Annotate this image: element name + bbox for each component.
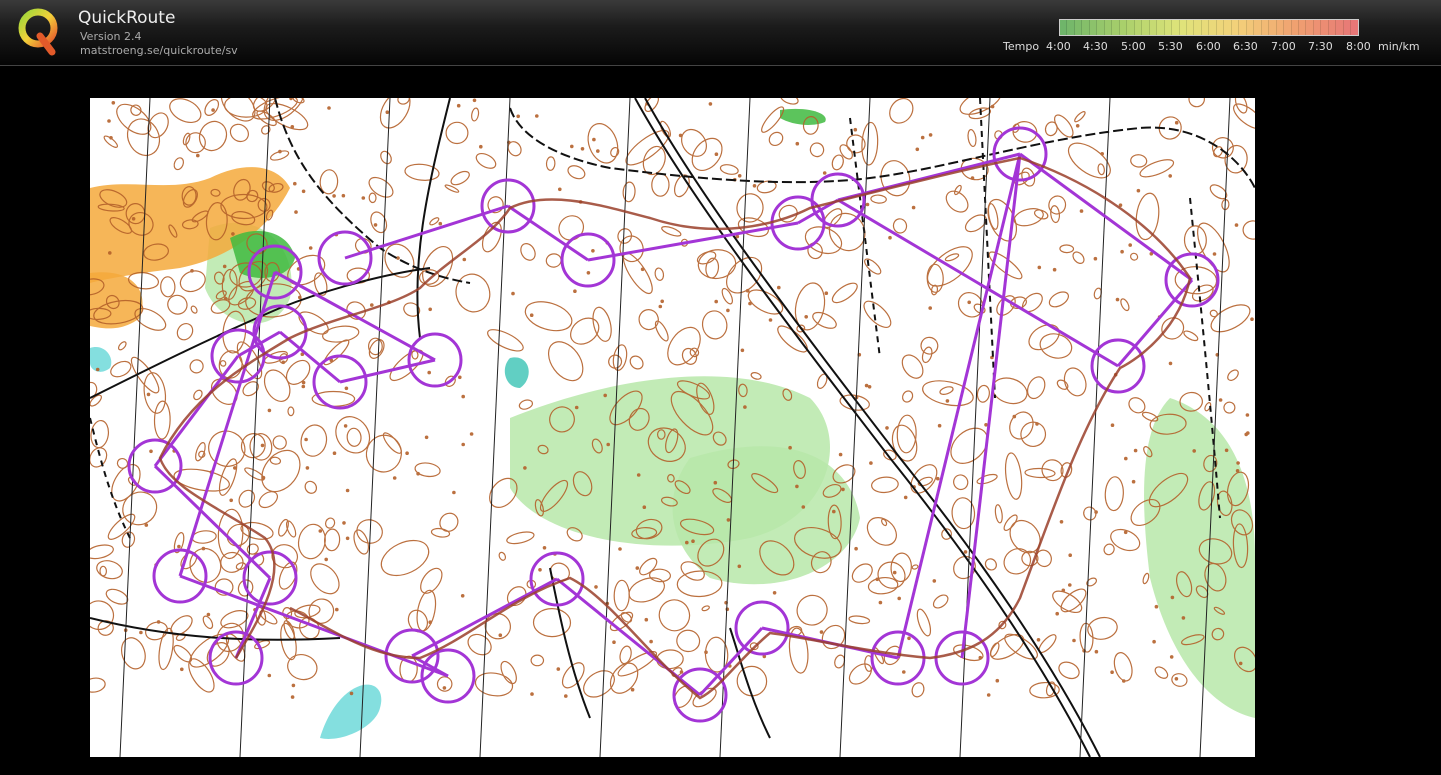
legend-segment [1194, 20, 1202, 35]
app-title: QuickRoute [78, 8, 176, 28]
legend-tick: 5:30 [1158, 40, 1183, 53]
app-url[interactable]: matstroeng.se/quickroute/sv [80, 44, 238, 57]
legend-tick: 4:30 [1083, 40, 1108, 53]
legend-segment [1343, 20, 1352, 35]
legend-segment [1134, 20, 1143, 35]
legend-segment [1291, 20, 1299, 35]
legend-segment [1119, 20, 1128, 35]
legend-tick: 6:00 [1196, 40, 1221, 53]
legend-segment [1157, 20, 1165, 35]
legend-segment [1239, 20, 1247, 35]
legend-segment [1313, 20, 1322, 35]
legend-segment [1224, 20, 1232, 35]
legend-segment [1112, 20, 1120, 35]
legend-segment [1246, 20, 1255, 35]
legend-segment [1336, 20, 1344, 35]
legend-segment [1351, 20, 1358, 35]
legend-segment [1089, 20, 1098, 35]
quickroute-logo [16, 6, 62, 56]
legend-segment [1172, 20, 1180, 35]
legend-segment [1097, 20, 1105, 35]
legend-tick: 7:00 [1271, 40, 1296, 53]
legend-segment [1074, 20, 1083, 35]
legend-segment [1186, 20, 1195, 35]
legend-segment [1321, 20, 1329, 35]
legend-label: Tempo [1003, 40, 1040, 53]
legend-tick: 8:00 [1346, 40, 1371, 53]
legend-segment [1164, 20, 1173, 35]
legend-segment [1284, 20, 1292, 35]
legend-segment [1254, 20, 1262, 35]
legend-segment [1261, 20, 1270, 35]
orienteering-map-view[interactable] [90, 98, 1255, 757]
legend-segment [1179, 20, 1187, 35]
legend-segment [1306, 20, 1314, 35]
legend-segment [1209, 20, 1217, 35]
legend-segment [1201, 20, 1210, 35]
legend-segment [1299, 20, 1307, 35]
legend-segment [1216, 20, 1225, 35]
legend-unit: min/km [1378, 40, 1420, 53]
legend-tick: 6:30 [1233, 40, 1258, 53]
legend-segment [1127, 20, 1135, 35]
legend-segment [1060, 20, 1068, 35]
legend-segment [1276, 20, 1285, 35]
legend-tick: 7:30 [1308, 40, 1333, 53]
legend-segment [1149, 20, 1158, 35]
pace-legend-labels: Tempo 4:00 4:30 5:00 5:30 6:00 6:30 7:00… [1003, 40, 1423, 54]
legend-segment [1082, 20, 1090, 35]
legend-segment [1328, 20, 1337, 35]
header-bar: QuickRoute Version 2.4 matstroeng.se/qui… [0, 0, 1441, 66]
legend-segment [1269, 20, 1277, 35]
legend-segment [1142, 20, 1150, 35]
orienteering-map-icon [90, 98, 1255, 757]
legend-tick: 4:00 [1046, 40, 1071, 53]
legend-tick: 5:00 [1121, 40, 1146, 53]
legend-segment [1231, 20, 1240, 35]
legend-segment [1067, 20, 1075, 35]
legend-segment [1104, 20, 1113, 35]
app-version: Version 2.4 [80, 30, 142, 43]
pace-legend-bar [1059, 19, 1359, 36]
